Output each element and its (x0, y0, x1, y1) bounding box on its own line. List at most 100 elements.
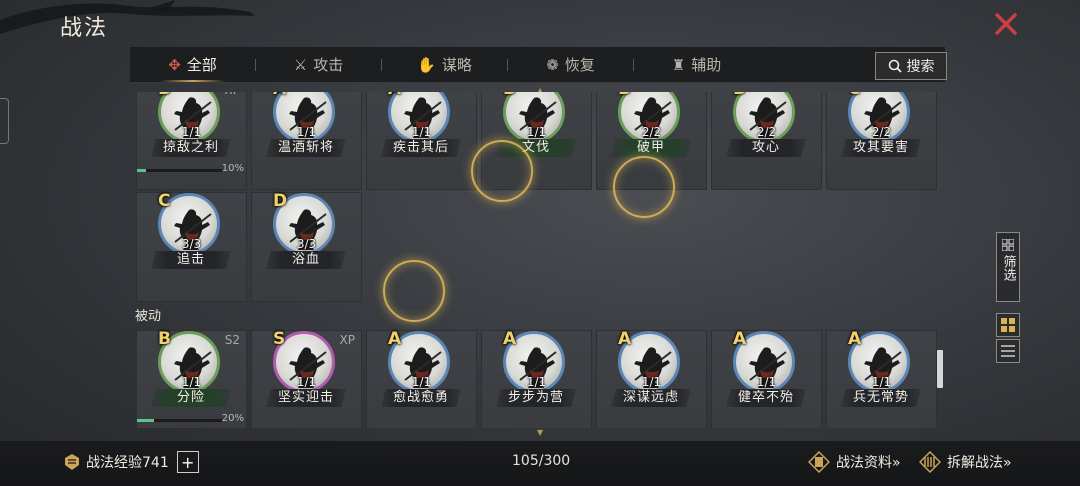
skill-name: 破甲 (611, 139, 691, 157)
skill-uses: 2/2 (756, 125, 777, 139)
scrollbar[interactable] (937, 92, 943, 428)
skill-name: 浴血 (266, 251, 346, 269)
skill-name: 坚实迎击 (266, 389, 346, 407)
skill-name: 攻其要害 (841, 139, 921, 157)
skill-tag: XP (339, 333, 355, 347)
grid-view-button[interactable] (996, 313, 1020, 337)
filter-label: 筛选 (1000, 255, 1016, 281)
all-icon: ✥ (168, 55, 181, 74)
list-view-button[interactable] (996, 339, 1020, 363)
side-drawer-handle[interactable] (0, 98, 9, 144)
skill-grade: A (388, 329, 402, 349)
tab-all[interactable]: ✥ 全部 (130, 47, 255, 82)
skill-grade: A (503, 329, 517, 349)
skill-uses: 1/1 (181, 375, 202, 389)
glow-ring-effect (383, 260, 445, 322)
skill-uses: 1/1 (526, 125, 547, 139)
skill-name: 疾击其后 (381, 139, 461, 157)
tab-attack[interactable]: ⚔ 攻击 (256, 47, 381, 82)
skill-card[interactable]: A 1/1 兵无常势 (826, 329, 937, 428)
tab-scheme[interactable]: ✋ 谋略 (382, 47, 507, 82)
category-tab-bar: ✥ 全部 ⚔ 攻击 ✋ 谋略 ❁ 恢复 ♜ 辅助 搜索 (130, 47, 947, 83)
filter-grid-icon (1002, 239, 1014, 251)
skill-grade: A (273, 92, 286, 99)
skill-info-link[interactable]: 战法资料» (808, 451, 901, 473)
glow-ring-effect (471, 140, 533, 202)
skill-name: 攻心 (726, 139, 806, 157)
tab-recovery[interactable]: ❁ 恢复 (508, 47, 633, 82)
search-button[interactable]: 搜索 (875, 52, 947, 80)
skill-progress-bar (137, 419, 222, 422)
tab-label: 全部 (186, 56, 217, 74)
tab-label: 辅助 (691, 56, 722, 74)
skill-grade: D (273, 191, 288, 211)
skill-info-label: 战法资料» (836, 455, 901, 471)
recovery-icon: ❁ (546, 55, 559, 74)
skill-name: 健卒不殆 (726, 389, 806, 407)
skill-uses: 1/1 (641, 375, 662, 389)
skill-grade: B (158, 92, 171, 99)
skill-grade: S (273, 329, 286, 349)
skill-card[interactable]: A 1/1 深谋远虑 (596, 329, 707, 428)
tab-label: 攻击 (313, 56, 344, 74)
skill-grade: A (848, 329, 862, 349)
skill-grade: A (733, 329, 747, 349)
skill-uses: 3/3 (181, 237, 202, 251)
skill-card[interactable]: A 1/1 步步为营 (481, 329, 592, 428)
skill-card[interactable]: B XP 1/1掠敌之利 10% (136, 92, 247, 190)
skill-name: 掠敌之利 (151, 139, 231, 157)
page-title: 战法 (60, 16, 109, 41)
skill-uses: 1/1 (526, 375, 547, 389)
skill-card[interactable]: C 3/3 追击 (136, 191, 247, 302)
skill-name: 温酒斩将 (266, 139, 346, 157)
skill-card[interactable]: D 3/3 浴血 (251, 191, 362, 302)
scroll-down-indicator: ▼ (537, 428, 544, 437)
skill-name: 深谋远虑 (611, 389, 691, 407)
skill-name: 愈战愈勇 (381, 389, 461, 407)
skill-uses: 1/1 (296, 375, 317, 389)
disassemble-skill-link[interactable]: 拆解战法» (919, 451, 1012, 473)
skill-uses: 1/1 (411, 125, 432, 139)
skill-card[interactable]: A 1/1疾击其后 (366, 92, 477, 190)
skill-card[interactable]: S XP 1/1 坚实迎击 (251, 329, 362, 428)
skill-uses: 1/1 (756, 375, 777, 389)
skill-grade: B (503, 92, 516, 99)
tab-label: 谋略 (441, 56, 472, 74)
close-button[interactable] (992, 10, 1020, 38)
skill-grade: A (618, 329, 632, 349)
skill-uses: 3/3 (296, 237, 317, 251)
skill-name: 追击 (151, 251, 231, 269)
search-icon (888, 59, 902, 73)
skill-uses: 1/1 (871, 375, 892, 389)
skill-card[interactable]: C 2/2攻其要害 (826, 92, 937, 190)
skill-progress-fill (137, 169, 146, 172)
skill-name: 兵无常势 (841, 389, 921, 407)
tab-support[interactable]: ♜ 辅助 (634, 47, 759, 82)
add-exp-button[interactable]: + (176, 451, 199, 473)
exp-fist-icon (65, 454, 79, 470)
filter-button[interactable]: 筛选 (996, 232, 1020, 302)
skill-card[interactable]: A 1/1 愈战愈勇 (366, 329, 477, 428)
skill-list-panel[interactable]: BXP1/1掠敌之利10%A1/1温酒斩将A1/1疾击其后B1/1文伐B2/2破… (130, 92, 945, 428)
skill-grade: B (158, 329, 171, 349)
skill-exp: 战法经验741 + (62, 451, 199, 473)
skill-progress-label: 10% (221, 163, 244, 174)
skill-card[interactable]: B 2/2攻心 (711, 92, 822, 190)
skill-uses: 2/2 (641, 125, 662, 139)
skill-card[interactable]: A 1/1 健卒不殆 (711, 329, 822, 428)
grid-view-icon (1001, 318, 1015, 332)
skill-grade: B (733, 92, 746, 99)
scrollbar-thumb[interactable] (937, 350, 943, 388)
skill-card[interactable]: B S2 1/1 分险 20% (136, 329, 247, 428)
skill-tag: S2 (224, 333, 240, 347)
skill-progress-fill (137, 419, 154, 422)
skill-uses: 1/1 (296, 125, 317, 139)
glow-ring-effect (613, 156, 675, 218)
scroll-icon (919, 451, 941, 473)
skill-name: 分险 (151, 389, 231, 407)
skill-name: 步步为营 (496, 389, 576, 407)
disassemble-skill-label: 拆解战法» (947, 455, 1012, 471)
skill-grade: C (848, 92, 860, 99)
skill-exp-label: 战法经验741 (86, 455, 169, 471)
skill-card[interactable]: A 1/1温酒斩将 (251, 92, 362, 190)
